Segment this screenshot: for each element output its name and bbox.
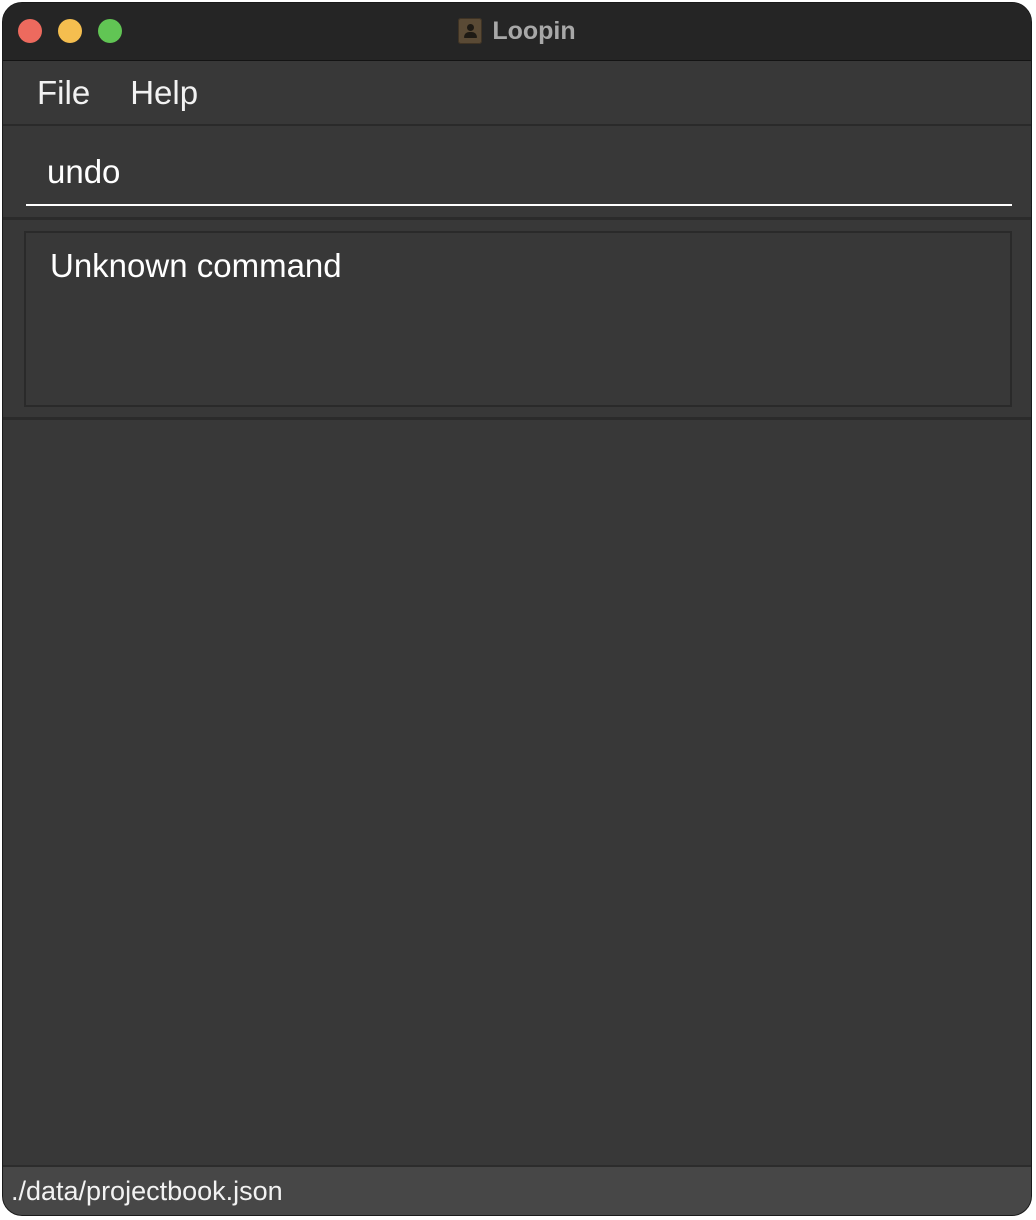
app-window: Loopin File Help Unknown command ./data/…	[2, 2, 1032, 1216]
result-message: Unknown command	[50, 247, 342, 284]
command-input[interactable]	[26, 140, 1012, 206]
window-title-group: Loopin	[3, 16, 1031, 46]
window-title: Loopin	[492, 16, 576, 45]
save-file-path: ./data/projectbook.json	[11, 1176, 283, 1206]
list-panel	[3, 420, 1031, 1166]
title-bar: Loopin	[3, 3, 1031, 61]
status-bar: ./data/projectbook.json	[3, 1165, 1031, 1215]
result-display-box: Unknown command	[24, 231, 1012, 407]
menu-help[interactable]: Help	[130, 74, 198, 112]
address-book-icon	[458, 18, 483, 44]
menu-bar: File Help	[3, 61, 1031, 126]
command-box	[3, 126, 1031, 218]
menu-file[interactable]: File	[37, 74, 90, 112]
result-display-area: Unknown command	[3, 220, 1031, 417]
